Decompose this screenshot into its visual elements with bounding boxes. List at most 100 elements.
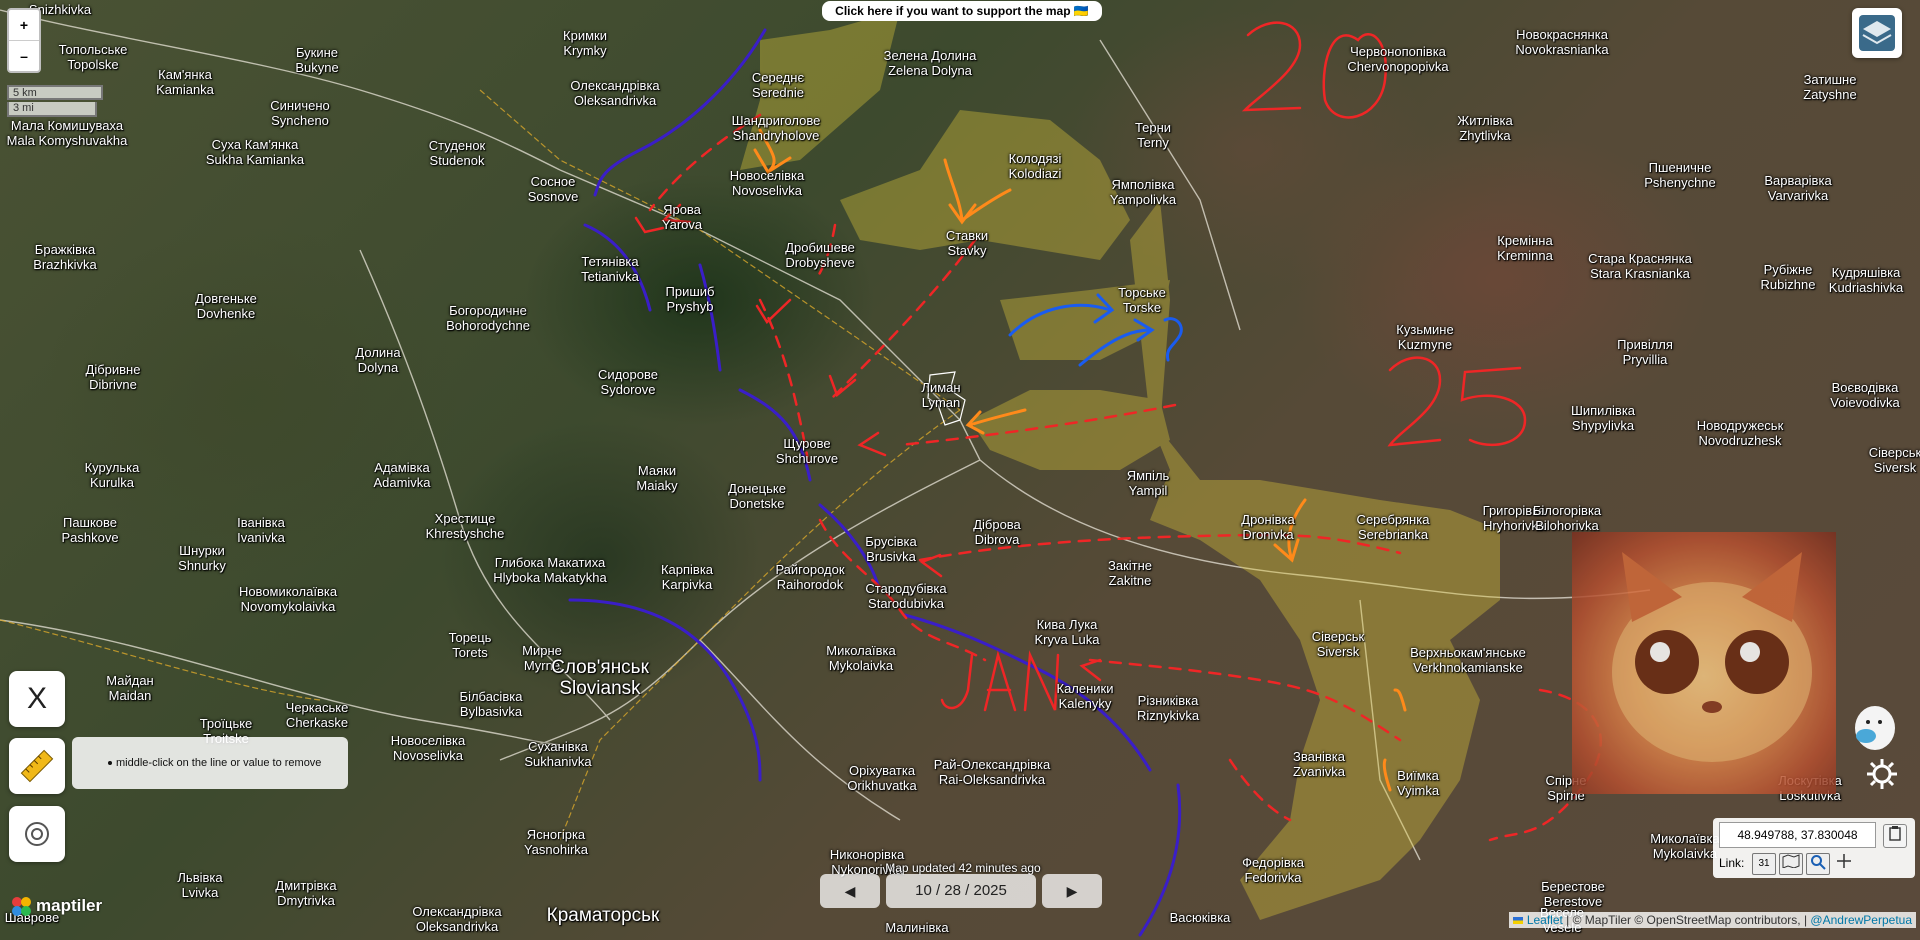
coordinates-field[interactable]: 48.949788, 37.830048 <box>1719 822 1876 848</box>
place-name-local: Студенок <box>428 138 486 153</box>
place-label: Карпівка Karpivka <box>661 562 713 592</box>
arrow-head <box>857 431 887 457</box>
layers-icon <box>1859 15 1895 51</box>
place-label: Рай-Олександрівка Rai-Oleksandrivka <box>934 757 1050 787</box>
ruler-icon <box>20 749 54 783</box>
place-name-local: Пшеничне <box>1648 160 1712 175</box>
place-name-local: Краматорськ <box>546 905 660 926</box>
place-label: Курулька Kurulka <box>85 460 140 490</box>
support-banner-button[interactable]: Click here if you want to support the ma… <box>822 1 1102 21</box>
clear-lines-button[interactable]: X <box>9 671 65 727</box>
place-name-local: Черкаське <box>285 700 349 715</box>
place-name-latin: Shchurove <box>775 451 839 466</box>
next-date-button[interactable]: ▶ <box>1042 874 1102 908</box>
maptiler-icon <box>12 897 31 916</box>
place-name-latin: Raihorodok <box>776 577 844 592</box>
map-link-button[interactable] <box>1779 853 1803 875</box>
settings-button[interactable] <box>1860 752 1904 796</box>
zoom-out-button[interactable]: – <box>9 40 39 71</box>
place-name-local: Колодязі <box>1008 151 1062 166</box>
place-name-local: Курулька <box>84 460 140 475</box>
place-name-latin: Karpivka <box>661 577 713 592</box>
place-label: Новокраснянка Novokrasnianka <box>1515 27 1608 57</box>
place-label: Новоселівка Novoselivka <box>730 168 805 198</box>
place-name-latin: Stara Krasnianka <box>1590 266 1690 281</box>
place-name-latin: Yarova <box>661 217 703 232</box>
place-name-latin: Novomykolaivka <box>240 599 336 614</box>
number-2-a <box>1241 21 1302 112</box>
maptiler-logo[interactable]: maptiler <box>10 895 102 917</box>
crosshair-button[interactable] <box>1833 853 1855 873</box>
zoom-in-button[interactable]: + <box>9 10 39 40</box>
place-name-latin: Pashkove <box>61 530 119 545</box>
left-arrow-icon: ◀ <box>844 882 856 899</box>
scale-mi: 3 mi <box>7 102 97 117</box>
calendar-link-button[interactable]: 31 <box>1752 853 1776 875</box>
place-name-local: Сидорове <box>598 367 658 382</box>
cat-face-icon <box>1612 552 1812 762</box>
place-label: Малинівка <box>885 920 948 935</box>
place-label: Богородичне Bohorodychne <box>446 303 530 333</box>
place-name-latin: Vyimka <box>1396 783 1440 798</box>
place-name-latin: Verkhnokamianske <box>1413 660 1523 675</box>
cat-sticker-image <box>1572 532 1836 794</box>
place-name-local: Лиман <box>921 380 961 395</box>
place-name-local: Миколаївка <box>826 643 896 658</box>
place-label: Федорівка Fedorivka <box>1242 855 1304 885</box>
place-name-latin: Mykolaivka <box>1652 846 1718 861</box>
place-name-local: Долина <box>355 345 401 360</box>
locate-button[interactable] <box>9 806 65 862</box>
place-name-latin: Mykolaivka <box>828 658 894 673</box>
copy-coords-button[interactable] <box>1883 824 1907 848</box>
place-name-local: Тетянівка <box>581 254 639 269</box>
place-name-latin: Lyman <box>921 395 961 410</box>
place-name-latin: Novoselivka <box>731 183 803 198</box>
place-name-local: Суха Кам'янка <box>211 137 299 152</box>
place-name-local: Мирне <box>522 643 562 658</box>
place-label: Майдан Maidan <box>106 673 153 703</box>
place-label: Середнє Serednie <box>752 70 804 100</box>
place-name-latin: Serebrianka <box>1357 527 1429 542</box>
place-name-latin: Brazhkivka <box>33 257 97 272</box>
prev-date-button[interactable]: ◀ <box>820 874 880 908</box>
leaflet-link[interactable]: Leaflet <box>1527 913 1563 927</box>
place-label: Глибока Макатиха Hlyboka Makatykha <box>493 555 606 585</box>
place-name-local: Ямполівка <box>1111 177 1175 192</box>
search-link-button[interactable] <box>1806 853 1830 875</box>
crosshair-icon <box>1837 854 1851 868</box>
place-name-latin: Zakitne <box>1108 573 1152 588</box>
place-name-local: Васюківка <box>1169 910 1231 925</box>
place-label: Воєводівка Voievodivka <box>1830 380 1899 410</box>
place-name-latin: Yampil <box>1128 483 1168 498</box>
place-name-local: Олександрівка <box>412 904 502 919</box>
place-label: Сіверськ Siversk <box>1869 445 1920 475</box>
place-label: Терни Terny <box>1135 120 1171 150</box>
layers-button[interactable] <box>1852 8 1902 58</box>
place-name-latin: Topolske <box>67 57 119 72</box>
place-label: Олександрівка Oleksandrivka <box>412 904 501 934</box>
place-label: Білогорівка Bilohorivka <box>1533 503 1601 533</box>
place-label: Закітне Zakitne <box>1108 558 1152 588</box>
place-label: Кримки Krymky <box>563 28 607 58</box>
place-name-latin: Siversk <box>1873 460 1917 475</box>
place-name-latin: Pshenychne <box>1644 175 1716 190</box>
place-name-latin: Bilohorivka <box>1535 518 1599 533</box>
place-label: Дібривне Dibrivne <box>86 362 141 392</box>
date-picker[interactable]: 10 / 28 / 2025 <box>886 874 1036 908</box>
place-label: Черкаське Cherkaske <box>286 700 349 730</box>
place-label: Ямпіль Yampil <box>1127 468 1170 498</box>
zoom-control: + – <box>7 8 41 73</box>
place-name-local: Новоселівка <box>729 168 805 183</box>
place-name-latin: Rubizhne <box>1760 277 1816 292</box>
place-name-local: Шипилівка <box>1570 403 1636 418</box>
place-name-local: Різниківка <box>1137 693 1199 708</box>
right-arrow-icon: ▶ <box>1066 882 1078 899</box>
place-name-local: Глибока Макатиха <box>494 555 606 570</box>
author-link[interactable]: @AndrewPerpetua <box>1810 913 1912 927</box>
place-label: Долина Dolyna <box>355 345 400 375</box>
arrow-head <box>634 216 665 234</box>
place-label: Маяки Maiaky <box>636 463 677 493</box>
place-name-local: Ясногірка <box>526 827 586 842</box>
place-name-local: Никонорівка <box>829 847 905 862</box>
ruler-tool-button[interactable] <box>9 738 65 794</box>
